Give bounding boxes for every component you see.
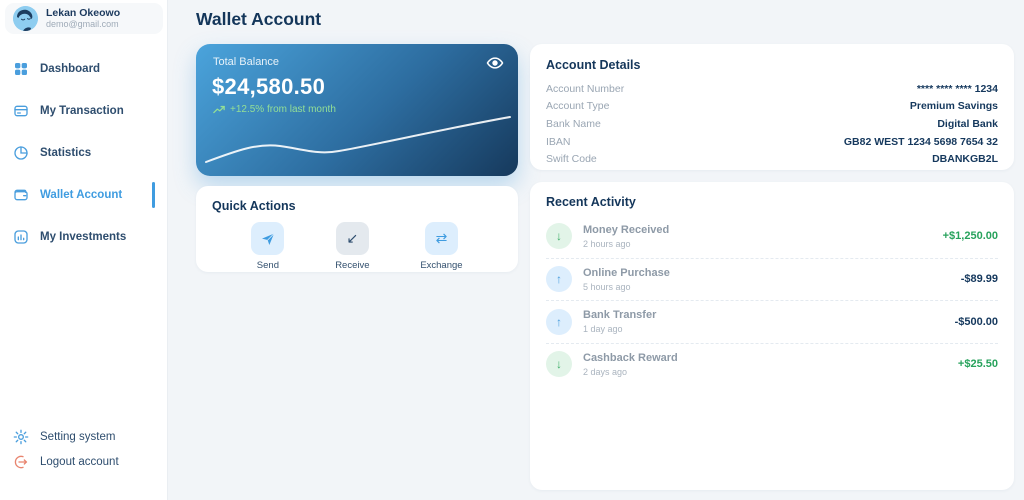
detail-row-account-type: Account Type Premium Savings: [546, 98, 998, 116]
quick-actions-card: Quick Actions Send ↙ Receive ⇄ Exchange: [196, 186, 518, 272]
activity-text: Bank Transfer 1 day ago: [583, 308, 944, 335]
activity-text: Online Purchase 5 hours ago: [583, 266, 950, 293]
avatar: [13, 6, 38, 31]
user-name: Lekan Okeowo: [46, 6, 121, 19]
sidebar-item-wallet-account[interactable]: Wallet Account: [0, 174, 167, 216]
activity-title: Money Received: [583, 223, 670, 236]
sidebar-item-label: My Transaction: [40, 105, 124, 117]
sidebar-item-label: Statistics: [40, 147, 92, 159]
logout-icon: [13, 454, 29, 470]
page-title: Wallet Account: [196, 9, 322, 29]
arrow-glyph: ↑: [556, 272, 562, 287]
sidebar-item-label: Dashboard: [40, 63, 101, 75]
activity-row-bank-transfer[interactable]: ↑ Bank Transfer 1 day ago -$500.00: [546, 300, 998, 343]
activity-amount: +$25.50: [957, 358, 998, 371]
recent-activity-card: Recent Activity ↓ Money Received 2 hours…: [530, 182, 1014, 490]
send-action[interactable]: Send: [251, 222, 285, 271]
detail-value: **** **** **** 1234: [916, 82, 998, 95]
arrow-left-right-glyph: ⇄: [435, 230, 448, 246]
sidebar: Lekan Okeowo demo@gmail.com Dashboard My…: [0, 0, 168, 500]
activity-list: ↓ Money Received 2 hours ago +$1,250.00 …: [546, 215, 998, 385]
detail-label: Bank Name: [546, 117, 601, 130]
detail-value: Digital Bank: [937, 117, 998, 130]
send-icon: [251, 222, 285, 255]
arrow-down-icon: ↓: [546, 351, 572, 378]
sidebar-item-label: Setting system: [40, 430, 116, 443]
arrow-up-icon: ↑: [546, 308, 572, 335]
activity-time: 2 hours ago: [583, 238, 631, 249]
activity-row-money-received[interactable]: ↓ Money Received 2 hours ago +$1,250.00: [546, 215, 998, 258]
receive-icon: ↙: [335, 222, 369, 255]
total-balance-card: Total Balance $24,580.50 +12.5% from las…: [196, 44, 518, 176]
sidebar-item-label: My Investments: [40, 231, 127, 243]
sidebar-item-logout[interactable]: Logout account: [0, 449, 167, 474]
activity-time: 1 day ago: [583, 324, 623, 335]
user-profile[interactable]: Lekan Okeowo demo@gmail.com: [5, 3, 163, 34]
detail-value: Premium Savings: [909, 100, 998, 113]
activity-title: Online Purchase: [583, 266, 670, 279]
detail-label: Account Number: [546, 82, 625, 95]
detail-row-bank-name: Bank Name Digital Bank: [546, 115, 998, 133]
activity-amount: -$500.00: [954, 315, 998, 328]
action-label: Exchange: [420, 260, 463, 271]
action-label: Receive: [335, 260, 370, 271]
account-details-rows: Account Number **** **** **** 1234 Accou…: [546, 80, 998, 168]
detail-value: GB82 WEST 1234 5698 7654 32: [843, 135, 998, 148]
quick-actions-row: Send ↙ Receive ⇄ Exchange: [212, 222, 502, 271]
recent-activity-title: Recent Activity: [546, 195, 636, 209]
main-content: Wallet Account Total Balance $24,580.50 …: [168, 0, 1024, 500]
investments-icon: [13, 229, 29, 245]
balance-sparkline: [205, 116, 511, 163]
sidebar-item-dashboard[interactable]: Dashboard: [0, 48, 167, 90]
user-email: demo@gmail.com: [46, 19, 119, 30]
wallet-app: Lekan Okeowo demo@gmail.com Dashboard My…: [0, 0, 1024, 500]
sidebar-item-statistics[interactable]: Statistics: [0, 132, 167, 174]
detail-label: Account Type: [546, 100, 610, 113]
detail-row-iban: IBAN GB82 WEST 1234 5698 7654 32: [546, 133, 998, 151]
activity-title: Bank Transfer: [583, 309, 657, 322]
pie-chart-icon: [13, 145, 29, 161]
exchange-icon: ⇄: [424, 222, 458, 255]
arrow-glyph: ↑: [556, 314, 562, 329]
quick-actions-title: Quick Actions: [212, 199, 296, 213]
detail-row-swift-code: Swift Code DBANKGB2L: [546, 150, 998, 168]
activity-amount: -$89.99: [960, 273, 998, 286]
activity-row-online-purchase[interactable]: ↑ Online Purchase 5 hours ago -$89.99: [546, 257, 998, 301]
sidebar-item-my-transaction[interactable]: My Transaction: [0, 90, 167, 132]
gear-icon: [13, 429, 29, 445]
sidebar-nav: Dashboard My Transaction Statistics Wall…: [0, 48, 167, 258]
exchange-action[interactable]: ⇄ Exchange: [420, 222, 463, 271]
detail-label: IBAN: [546, 135, 571, 148]
detail-value: DBANKGB2L: [932, 153, 998, 166]
account-details-title: Account Details: [546, 58, 641, 72]
detail-label: Swift Code: [546, 153, 597, 166]
activity-title: Cashback Reward: [583, 351, 678, 364]
sidebar-item-label: Wallet Account: [40, 189, 123, 201]
sidebar-footer: Setting system Logout account: [0, 424, 167, 474]
activity-amount: +$1,250.00: [942, 230, 998, 243]
arrow-glyph: ↓: [556, 357, 562, 372]
wallet-icon: [13, 187, 29, 203]
activity-row-cashback-reward[interactable]: ↓ Cashback Reward 2 days ago +$25.50: [546, 342, 998, 386]
arrow-down-icon: ↓: [546, 223, 572, 250]
sidebar-item-settings[interactable]: Setting system: [0, 424, 167, 449]
activity-time: 5 hours ago: [583, 281, 631, 292]
receive-action[interactable]: ↙ Receive: [335, 222, 370, 271]
action-label: Send: [256, 260, 279, 271]
sidebar-item-label: Logout account: [40, 455, 119, 468]
grid-icon: [13, 61, 29, 77]
account-details-card: Account Details Account Number **** ****…: [530, 44, 1014, 170]
arrow-down-left-glyph: ↙: [346, 230, 359, 246]
arrow-glyph: ↓: [556, 229, 562, 244]
active-indicator: [152, 182, 155, 208]
sidebar-item-my-investments[interactable]: My Investments: [0, 216, 167, 258]
detail-row-account-number: Account Number **** **** **** 1234: [546, 80, 998, 98]
transaction-icon: [13, 103, 29, 119]
activity-text: Cashback Reward 2 days ago: [583, 351, 947, 378]
activity-time: 2 days ago: [583, 366, 628, 377]
activity-text: Money Received 2 hours ago: [583, 223, 932, 250]
profile-text: Lekan Okeowo demo@gmail.com: [46, 7, 120, 30]
arrow-up-icon: ↑: [546, 266, 572, 293]
